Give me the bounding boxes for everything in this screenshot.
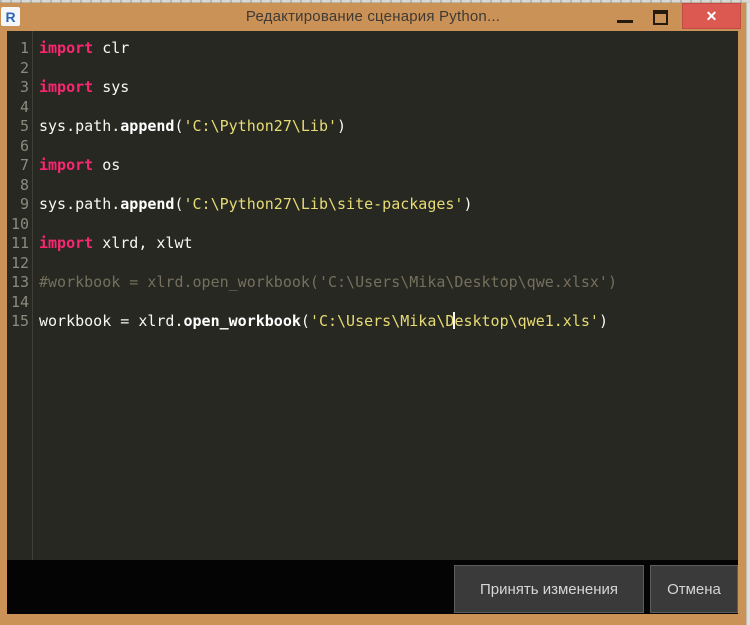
accept-changes-button[interactable]: Принять изменения bbox=[454, 565, 644, 613]
code-token-keyword: import bbox=[39, 78, 94, 96]
dialog-footer: Принять изменения Отмена bbox=[7, 560, 738, 614]
code-line[interactable]: workbook = xlrd.open_workbook('C:\Users\… bbox=[39, 312, 738, 332]
code-line[interactable]: #workbook = xlrd.open_workbook('C:\Users… bbox=[39, 273, 738, 293]
code-token-string: 'C:\Users\Mika\D bbox=[309, 312, 455, 330]
code-line[interactable] bbox=[39, 215, 738, 235]
code-token-keyword: import bbox=[39, 156, 94, 174]
close-button[interactable]: ✕ bbox=[682, 3, 741, 29]
line-number: 12 bbox=[10, 253, 29, 272]
line-number: 7 bbox=[19, 156, 29, 174]
code-token-plain: ( bbox=[174, 117, 184, 135]
code-line[interactable]: import xlrd, xlwt bbox=[39, 234, 738, 254]
minimize-button[interactable] bbox=[617, 20, 633, 23]
code-line[interactable]: sys.path.append('C:\Python27\Lib') bbox=[39, 117, 738, 137]
code-token-function: append bbox=[120, 117, 175, 135]
code-line[interactable] bbox=[39, 59, 738, 79]
python-script-editor-window: R Редактирование сценария Python... ✕ 12… bbox=[0, 3, 746, 625]
code-token-plain: xlrd, xlwt bbox=[93, 234, 193, 252]
titlebar[interactable]: R Редактирование сценария Python... ✕ bbox=[0, 3, 746, 31]
code-token-plain: ( bbox=[174, 195, 184, 213]
code-token-plain: sys bbox=[93, 78, 130, 96]
code-line[interactable]: import os bbox=[39, 156, 738, 176]
code-line[interactable] bbox=[39, 176, 738, 196]
code-token-plain: clr bbox=[93, 39, 130, 57]
code-token-plain: ) bbox=[598, 312, 608, 330]
code-token-keyword: import bbox=[39, 39, 94, 57]
line-number: 13 bbox=[10, 273, 29, 291]
code-token-plain: ( bbox=[300, 312, 310, 330]
line-number-gutter: 1 2 3 4 5 6 7 8 9 10 11 12 13 14 15 bbox=[7, 31, 33, 560]
code-token-function: append bbox=[120, 195, 175, 213]
line-number: 3 bbox=[19, 78, 29, 96]
code-token-plain: workbook = xlrd. bbox=[39, 312, 184, 330]
line-number: 10 bbox=[10, 214, 29, 233]
code-token-function: open_workbook bbox=[183, 312, 301, 330]
line-number: 15 bbox=[10, 312, 29, 330]
code-editor[interactable]: 1 2 3 4 5 6 7 8 9 10 11 12 13 14 15 import clr import s… bbox=[7, 31, 738, 560]
code-line[interactable] bbox=[39, 293, 738, 313]
cancel-button[interactable]: Отмена bbox=[650, 565, 738, 613]
line-number: 4 bbox=[19, 97, 29, 116]
code-area[interactable]: import clr import sys sys.path.append('C:\… bbox=[33, 31, 738, 560]
code-token-plain: sys.path. bbox=[39, 117, 121, 135]
code-token-string: esktop\qwe1.xls' bbox=[454, 312, 599, 330]
code-token-plain: ) bbox=[337, 117, 347, 135]
code-line[interactable] bbox=[39, 137, 738, 157]
line-number: 5 bbox=[19, 117, 29, 135]
line-number: 9 bbox=[19, 195, 29, 213]
maximize-button[interactable] bbox=[653, 10, 668, 25]
code-line[interactable]: import sys bbox=[39, 78, 738, 98]
code-line[interactable] bbox=[39, 98, 738, 118]
code-line[interactable] bbox=[39, 254, 738, 274]
code-token-plain: ) bbox=[463, 195, 473, 213]
code-token-keyword: import bbox=[39, 234, 94, 252]
code-token-comment: #workbook = xlrd.open_workbook('C:\Users… bbox=[39, 273, 617, 291]
code-line[interactable]: import clr bbox=[39, 39, 738, 59]
line-number: 6 bbox=[19, 136, 29, 155]
code-line[interactable]: sys.path.append('C:\Python27\Lib\site-pa… bbox=[39, 195, 738, 215]
line-number: 1 bbox=[19, 39, 29, 57]
line-number: 14 bbox=[10, 292, 29, 311]
code-token-string: 'C:\Python27\Lib' bbox=[183, 117, 338, 135]
line-number: 2 bbox=[19, 58, 29, 77]
code-token-plain: os bbox=[93, 156, 121, 174]
code-token-string: 'C:\Python27\Lib\site-packages' bbox=[183, 195, 464, 213]
window-title: Редактирование сценария Python... bbox=[245, 8, 501, 25]
line-number: 8 bbox=[19, 175, 29, 194]
code-token-plain: sys.path. bbox=[39, 195, 121, 213]
line-number: 11 bbox=[10, 234, 29, 252]
